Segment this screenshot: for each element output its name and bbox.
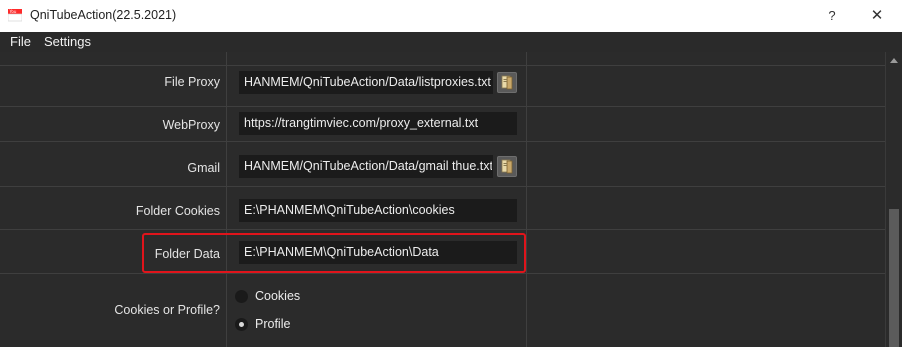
profile-radio-label: Profile xyxy=(255,317,291,331)
settings-row-folder-cookies: Folder Cookies E:\PHANMEM\QniTubeAction\… xyxy=(0,187,885,230)
gmail-input[interactable]: HANMEM/QniTubeAction/Data/gmail thue.txt xyxy=(239,155,493,178)
folder-cookies-input[interactable]: E:\PHANMEM\QniTubeAction\cookies xyxy=(239,199,517,222)
webproxy-input[interactable]: https://trangtimviec.com/proxy_external.… xyxy=(239,112,517,135)
title-bar: You QniTubeAction(22.5.2021) ? ✕ xyxy=(0,0,902,32)
settings-panel: File Proxy HANMEM/QniTubeAction/Data/lis… xyxy=(0,52,885,347)
profile-radio[interactable] xyxy=(235,317,248,331)
settings-row-file-proxy: File Proxy HANMEM/QniTubeAction/Data/lis… xyxy=(0,66,885,107)
svg-text:You: You xyxy=(9,9,17,14)
folder-data-input[interactable]: E:\PHANMEM\QniTubeAction\Data xyxy=(239,241,517,264)
folder-cookies-label: Folder Cookies xyxy=(135,204,220,218)
radio-option-profile[interactable]: Profile xyxy=(235,317,290,331)
file-proxy-browse-button[interactable] xyxy=(497,72,517,93)
gmail-label: Gmail xyxy=(187,161,220,175)
gmail-browse-button[interactable] xyxy=(497,156,517,177)
youtube-app-icon: You xyxy=(8,9,22,22)
vertical-scrollbar[interactable] xyxy=(885,52,902,347)
menu-bar: File Settings xyxy=(0,32,902,52)
file-proxy-label: File Proxy xyxy=(164,75,220,89)
settings-row-folder-data: Folder Data E:\PHANMEM\QniTubeAction\Dat… xyxy=(0,230,885,274)
close-button[interactable]: ✕ xyxy=(866,6,888,26)
scroll-up-arrow-icon[interactable] xyxy=(890,58,898,63)
settings-row-cookies-or-profile: Cookies or Profile? Cookies Profile xyxy=(0,274,885,347)
folder-data-label: Folder Data xyxy=(154,247,220,261)
settings-row-gmail: Gmail HANMEM/QniTubeAction/Data/gmail th… xyxy=(0,142,885,187)
folder-browse-icon xyxy=(501,75,513,90)
folder-browse-icon xyxy=(501,159,513,174)
settings-row-partial xyxy=(0,52,885,66)
radio-option-cookies[interactable]: Cookies xyxy=(235,289,300,303)
cookies-radio-label: Cookies xyxy=(255,289,301,303)
menu-settings[interactable]: Settings xyxy=(44,34,91,49)
settings-row-webproxy: WebProxy https://trangtimviec.com/proxy_… xyxy=(0,107,885,142)
cookies-radio[interactable] xyxy=(235,289,248,303)
cookies-or-profile-label: Cookies or Profile? xyxy=(114,303,220,317)
menu-file[interactable]: File xyxy=(10,34,31,49)
scrollbar-thumb[interactable] xyxy=(889,209,899,347)
webproxy-label: WebProxy xyxy=(162,118,220,132)
help-button[interactable]: ? xyxy=(822,6,842,26)
window-title: QniTubeAction(22.5.2021) xyxy=(30,8,177,22)
file-proxy-input[interactable]: HANMEM/QniTubeAction/Data/listproxies.tx… xyxy=(239,71,493,94)
